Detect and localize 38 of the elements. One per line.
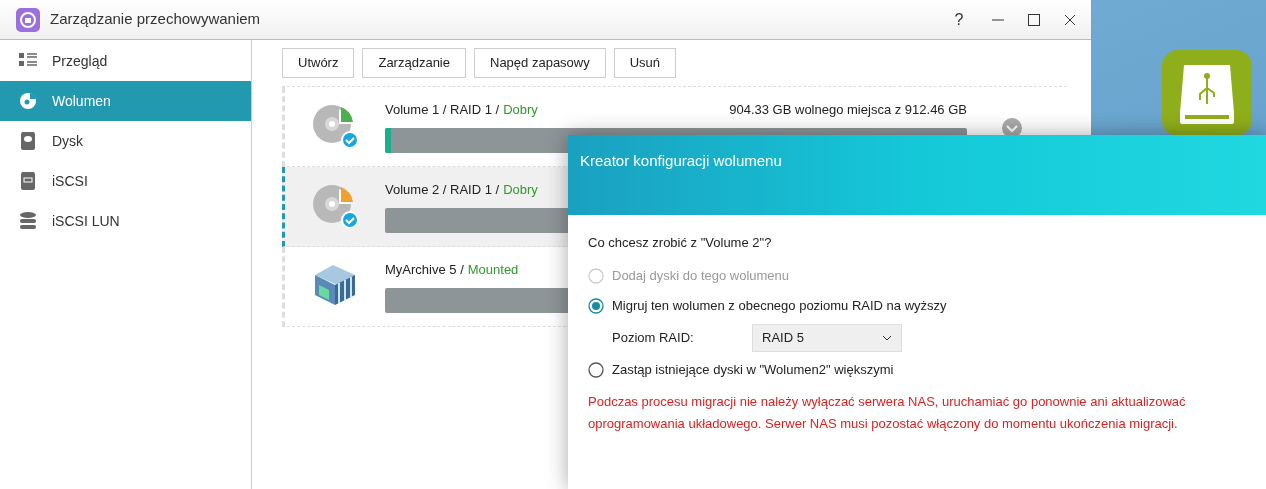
raid-level-dropdown[interactable]: RAID 5 <box>752 323 902 352</box>
db-icon <box>18 211 38 231</box>
volume-title: Volume 2 / RAID 1 / <box>385 181 500 199</box>
sidebar-item[interactable]: Dysk <box>0 121 251 161</box>
toolbar-button[interactable]: Utwórz <box>282 48 355 78</box>
drive-icon <box>18 131 38 151</box>
disk-volume-icon <box>311 103 359 149</box>
app-icon <box>16 7 40 32</box>
radio-button[interactable] <box>588 361 604 378</box>
toolbar-button[interactable]: Zarządzanie <box>362 48 466 78</box>
warning-text: Podczas procesu migracji nie należy wyłączać serwera NAS, uruchamiać go ponownie ani aktualizować oprogramowania układowego. Serwer NAS musi pozostać włączony do momentu ukończenia migracji. <box>588 392 1187 433</box>
field-label: Poziom RAID: <box>612 328 695 347</box>
app-icon[interactable] <box>1162 50 1252 136</box>
sidebar-item[interactable]: Przegląd <box>0 41 251 81</box>
radio-option[interactable]: Zastąp istniejące dyski w "Wolumen2" większymi <box>588 354 1246 385</box>
maximize-icon[interactable] <box>1027 12 1041 27</box>
disc-icon <box>18 91 38 111</box>
toolbar-button[interactable]: Usuń <box>613 48 677 78</box>
iscsi-icon <box>18 171 38 191</box>
disk-volume-icon <box>311 183 359 229</box>
archive-icon <box>313 263 357 307</box>
close-icon[interactable] <box>1063 12 1077 27</box>
help-button[interactable]: ? <box>949 11 969 28</box>
dialog-title: Kreator konfiguracji wolumenu <box>580 152 782 169</box>
radio-option[interactable]: Migruj ten wolumen z obecnego poziomu RAID na wyższy <box>588 290 1246 321</box>
chevron-down-icon <box>882 334 892 341</box>
toolbar-button[interactable]: Napęd zapasowy <box>474 48 606 78</box>
sidebar-item[interactable]: iSCSI LUN <box>0 201 251 241</box>
volume-title: Volume 1 / RAID 1 / <box>385 101 500 119</box>
question-text: Co chcesz zrobić z "Volume 2"? <box>588 234 773 252</box>
status-label: Dobry <box>503 181 538 199</box>
status-label: Dobry <box>503 101 538 119</box>
free-space-text: 904.33 GB wolnego miejsca z 912.46 GB <box>729 101 967 119</box>
window-title: Zarządzanie przechowywaniem <box>50 9 261 30</box>
sidebar-item[interactable]: iSCSI <box>0 161 251 201</box>
volume-title: MyArchive 5 / <box>385 261 464 279</box>
status-label: Mounted <box>467 261 519 279</box>
radio-button[interactable] <box>588 297 604 314</box>
